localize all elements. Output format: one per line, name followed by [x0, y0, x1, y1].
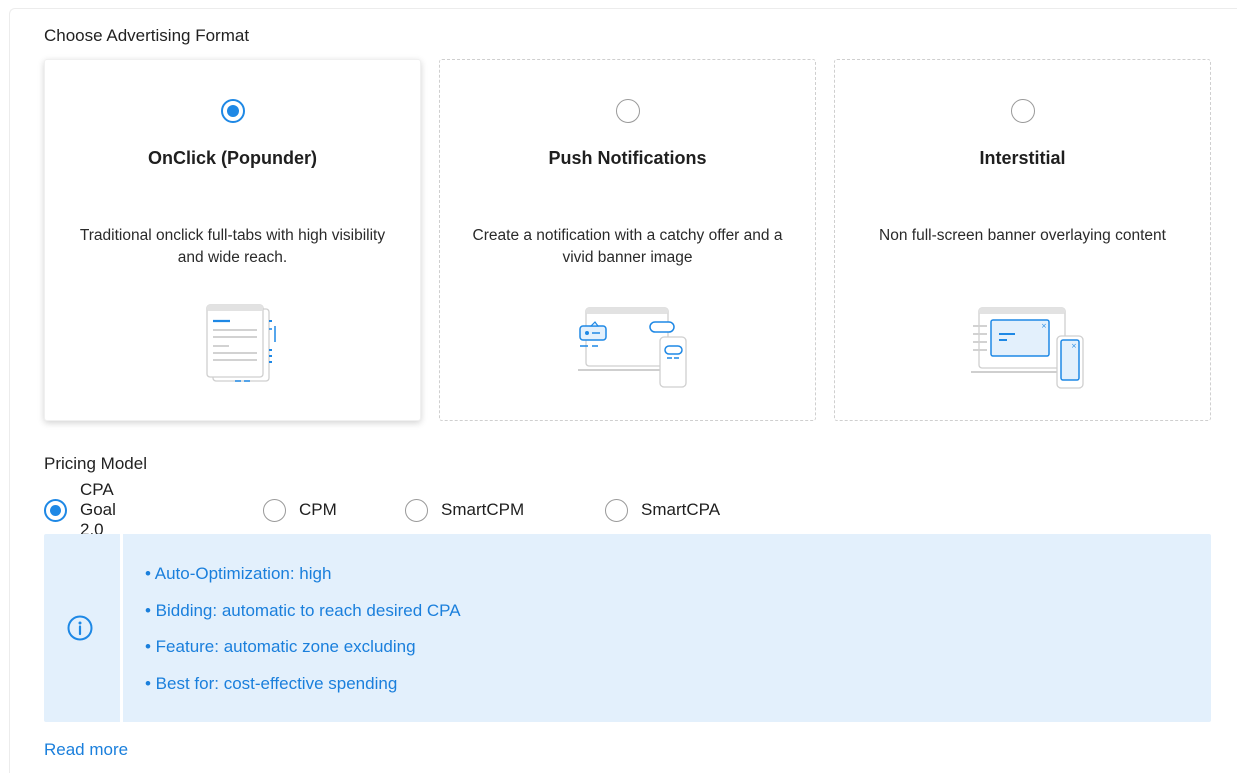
pricing-info-box: • Auto-Optimization: high • Bidding: aut… — [44, 534, 1211, 722]
pricing-option-cpm[interactable]: CPM — [263, 497, 337, 523]
format-card-description: Create a notification with a catchy offe… — [472, 227, 783, 266]
pricing-option-label: SmartCPM — [441, 500, 525, 519]
info-list-item: • Feature: automatic zone excluding — [145, 637, 416, 656]
format-card-title: Push Notifications — [548, 148, 707, 168]
pricing-option-label: CPM — [299, 500, 337, 519]
pricing-radio-cpm[interactable] — [263, 498, 286, 522]
pricing-option-smartcpa[interactable]: SmartCPA — [605, 497, 720, 523]
info-icon-column — [44, 534, 123, 722]
info-list-item: • Best for: cost-effective spending — [145, 673, 398, 693]
pricing-option-smartcpm[interactable]: SmartCPM — [405, 497, 524, 523]
format-card-interstitial[interactable]: Interstitial Non full-screen banner over… — [834, 59, 1211, 421]
push-notification-illustration-icon — [577, 307, 687, 388]
format-card-title: Interstitial — [979, 148, 1066, 168]
info-list-item: • Bidding: automatic to reach desired CP… — [145, 600, 461, 620]
popunder-illustration-icon — [205, 304, 276, 382]
pricing-option-cpa-goal[interactable]: CPA Goal 2.0 — [44, 480, 116, 539]
format-card-onclick[interactable]: OnClick (Popunder) Traditional onclick f… — [44, 59, 421, 421]
svg-text:×: × — [1071, 342, 1077, 350]
pricing-radio-smartcpm[interactable] — [405, 498, 428, 522]
info-list-item: • Auto-Optimization: high — [145, 564, 332, 583]
format-card-description: Non full-screen banner overlaying conten… — [879, 227, 1166, 244]
pricing-radio-smartcpa[interactable] — [605, 498, 628, 522]
read-more-link[interactable]: Read more — [44, 740, 128, 760]
format-section-title: Choose Advertising Format — [44, 26, 250, 45]
format-card-title: OnClick (Popunder) — [147, 148, 317, 168]
pricing-option-label: CPA Goal 2.0 — [80, 480, 116, 539]
format-card-push[interactable]: Push Notifications Create a notification… — [439, 59, 816, 421]
pricing-option-label: SmartCPA — [641, 500, 721, 519]
pricing-info-list: • Auto-Optimization: high • Bidding: aut… — [145, 563, 461, 709]
format-radio-onclick[interactable] — [220, 99, 245, 123]
pricing-radio-cpa-goal[interactable] — [44, 498, 67, 522]
format-radio-push[interactable] — [615, 99, 640, 123]
info-icon — [67, 615, 93, 641]
format-radio-interstitial[interactable] — [1010, 99, 1035, 123]
svg-text:×: × — [1041, 322, 1047, 330]
format-cards: OnClick (Popunder) Traditional onclick f… — [44, 59, 1211, 421]
format-card-description: Traditional onclick full-tabs with high … — [79, 227, 386, 266]
pricing-section-title: Pricing Model — [44, 454, 147, 473]
interstitial-illustration-icon: × × — [970, 307, 1084, 389]
